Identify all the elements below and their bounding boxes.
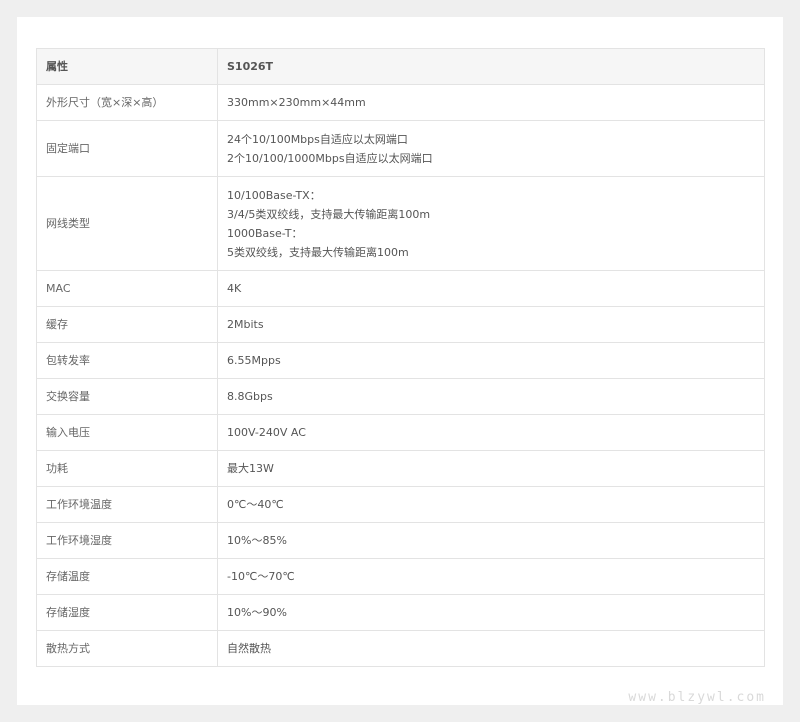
attribute-cell: 工作环境湿度 <box>36 522 218 559</box>
value-line: 4K <box>227 282 242 295</box>
value-cell: 10/100Base-TX： 3/4/5类双绞线，支持最大传输距离100m 10… <box>217 176 765 271</box>
value-line: 330mm×230mm×44mm <box>227 96 366 109</box>
attribute-cell: 功耗 <box>36 450 218 487</box>
spec-table: 属性 S1026T 外形尺寸（宽×深×高） 330mm×230mm×44mm 固… <box>36 48 765 667</box>
table-row: 外形尺寸（宽×深×高） 330mm×230mm×44mm <box>36 84 765 121</box>
value-line: 10%～90% <box>227 606 287 619</box>
table-row: 交换容量 8.8Gbps <box>36 378 765 415</box>
value-line: 最大13W <box>227 462 274 475</box>
value-line: 1000Base-T： <box>227 226 303 240</box>
value-line: 10/100Base-TX： <box>227 188 321 202</box>
value-cell: 自然散热 <box>217 630 765 667</box>
value-cell: 24个10/100Mbps自适应以太网端口 2个10/100/1000Mbps自… <box>217 120 765 177</box>
value-cell: 0℃～40℃ <box>217 486 765 523</box>
value-line: 10%～85% <box>227 534 287 547</box>
attribute-cell: MAC <box>36 270 218 307</box>
value-line: 6.55Mpps <box>227 354 281 367</box>
attribute-cell: 包转发率 <box>36 342 218 379</box>
table-row: 存储湿度 10%～90% <box>36 594 765 631</box>
value-cell: 100V-240V AC <box>217 414 765 451</box>
attribute-cell: 工作环境温度 <box>36 486 218 523</box>
table-row: 缓存 2Mbits <box>36 306 765 343</box>
value-line: 2Mbits <box>227 318 264 331</box>
table-row: 固定端口 24个10/100Mbps自适应以太网端口 2个10/100/1000… <box>36 120 765 177</box>
value-cell: 2Mbits <box>217 306 765 343</box>
attribute-cell: 输入电压 <box>36 414 218 451</box>
attribute-cell: 散热方式 <box>36 630 218 667</box>
attribute-cell: 固定端口 <box>36 120 218 177</box>
attribute-cell: 缓存 <box>36 306 218 343</box>
value-line: 3/4/5类双绞线，支持最大传输距离100m <box>227 207 431 221</box>
value-cell: 最大13W <box>217 450 765 487</box>
value-cell: 8.8Gbps <box>217 378 765 415</box>
attribute-cell: 存储温度 <box>36 558 218 595</box>
table-row: MAC 4K <box>36 270 765 307</box>
value-cell: 330mm×230mm×44mm <box>217 84 765 121</box>
value-cell: 6.55Mpps <box>217 342 765 379</box>
table-row: 包转发率 6.55Mpps <box>36 342 765 379</box>
value-line: 24个10/100Mbps自适应以太网端口 <box>227 132 408 146</box>
attribute-cell: 网线类型 <box>36 176 218 271</box>
value-line: 8.8Gbps <box>227 390 273 403</box>
header-attribute: 属性 <box>36 48 218 85</box>
value-cell: 4K <box>217 270 765 307</box>
table-row: 工作环境温度 0℃～40℃ <box>36 486 765 523</box>
value-line: 2个10/100/1000Mbps自适应以太网端口 <box>227 151 433 165</box>
value-cell: 10%～90% <box>217 594 765 631</box>
value-line: 自然散热 <box>227 642 271 655</box>
table-row: 输入电压 100V-240V AC <box>36 414 765 451</box>
value-cell: -10℃～70℃ <box>217 558 765 595</box>
header-model: S1026T <box>217 48 765 85</box>
value-line: 0℃～40℃ <box>227 498 284 511</box>
table-row: 功耗 最大13W <box>36 450 765 487</box>
value-line: 5类双绞线，支持最大传输距离100m <box>227 245 409 259</box>
table-row: 散热方式 自然散热 <box>36 630 765 667</box>
table-row: 工作环境湿度 10%～85% <box>36 522 765 559</box>
table-header-row: 属性 S1026T <box>36 48 765 85</box>
table-row: 网线类型 10/100Base-TX： 3/4/5类双绞线，支持最大传输距离10… <box>36 176 765 271</box>
table-row: 存储温度 -10℃～70℃ <box>36 558 765 595</box>
attribute-cell: 存储湿度 <box>36 594 218 631</box>
watermark: www.blzywl.com <box>628 690 766 705</box>
value-line: -10℃～70℃ <box>227 570 295 583</box>
spec-panel: 属性 S1026T 外形尺寸（宽×深×高） 330mm×230mm×44mm 固… <box>17 17 783 705</box>
attribute-cell: 外形尺寸（宽×深×高） <box>36 84 218 121</box>
value-cell: 10%～85% <box>217 522 765 559</box>
attribute-cell: 交换容量 <box>36 378 218 415</box>
value-line: 100V-240V AC <box>227 426 306 439</box>
